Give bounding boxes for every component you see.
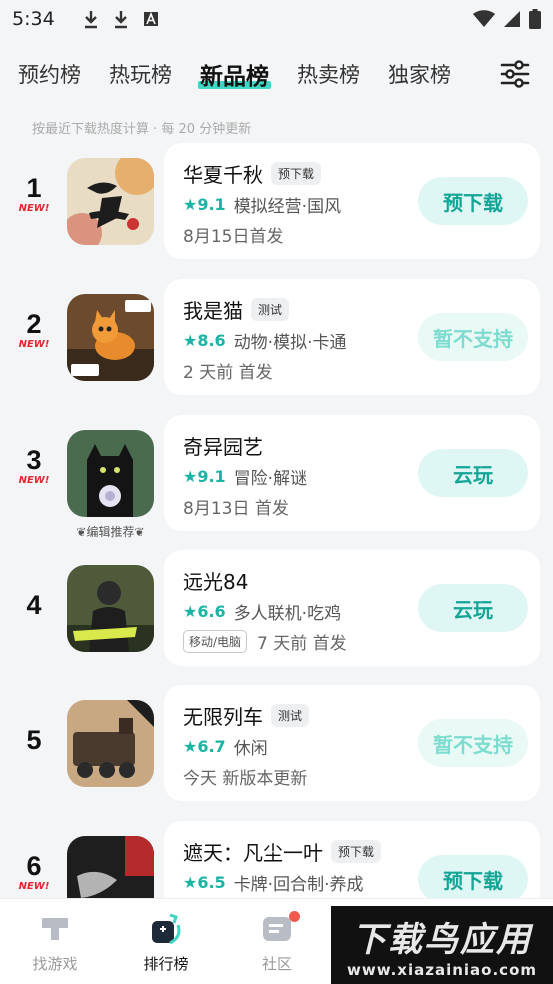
tab-exclusive[interactable]: 独家榜 <box>388 59 451 89</box>
release-date: 8月13日 首发 <box>183 499 289 519</box>
train-icon[interactable] <box>67 700 154 787</box>
status-badge: 预下载 <box>271 162 322 185</box>
rank: 5 <box>26 725 42 755</box>
huaxia-icon[interactable] <box>67 158 154 245</box>
rank: 6 NEW! <box>8 851 60 893</box>
app-card[interactable]: 华夏千秋 预下载 ★9.1 模拟经营·国风 8月15日首发 预下载 <box>164 143 540 259</box>
release-date: 7 天前 首发 <box>257 634 347 654</box>
status-time: 5:34 <box>12 8 55 30</box>
star-icon: ★ <box>183 331 198 350</box>
app-card[interactable]: 奇异园艺 ★9.1 冒险·解谜 8月13日 首发 云玩 <box>164 415 540 531</box>
list-item[interactable]: 4 远光84 ★6.6 多人联机·吃鸡 移动/电脑 7 天前 首发 云玩 <box>0 550 553 670</box>
soldier-icon[interactable] <box>67 565 154 652</box>
list-item[interactable]: 3 NEW! ❦编辑推荐❦ 奇异园艺 ★9.1 冒险·解谜 8月13日 首发 云… <box>0 415 553 539</box>
ranking-note: 按最近下载热度计算 · 每 20 分钟更新 <box>32 122 252 137</box>
platform-tag: 移动/电脑 <box>183 630 248 653</box>
cloud-play-button[interactable]: 云玩 <box>418 449 528 497</box>
notification-dot <box>289 911 300 922</box>
app-name: 我是猫 <box>183 299 243 323</box>
app-tags: 休闲 <box>233 739 268 759</box>
rank: 1 NEW! <box>8 173 60 215</box>
list-item[interactable]: 2 NEW! 我是猫 测试 ★8.6 动物·模拟·卡通 2 天前 首发 暂不支持 <box>0 279 553 399</box>
new-badge: NEW! <box>18 475 50 486</box>
pre-download-button[interactable]: 预下载 <box>418 855 528 903</box>
status-bar: 5:34 <box>0 0 553 38</box>
tab-hot-play[interactable]: 热玩榜 <box>109 59 172 89</box>
black-cat-icon[interactable] <box>67 430 154 517</box>
new-badge: NEW! <box>18 881 50 892</box>
rank: 2 NEW! <box>8 309 60 351</box>
cat-icon[interactable] <box>67 294 154 381</box>
app-name: 远光84 <box>183 570 249 594</box>
app-name: 遮天：凡尘一叶 <box>183 841 323 865</box>
app-tags: 动物·模拟·卡通 <box>233 333 347 353</box>
app-tags: 多人联机·吃鸡 <box>233 604 342 624</box>
cloud-play-button[interactable]: 云玩 <box>418 584 528 632</box>
signal-icon <box>504 11 520 27</box>
release-date: 8月15日首发 <box>183 227 284 247</box>
filter-button[interactable] <box>495 54 535 94</box>
star-icon: ★ <box>183 737 198 756</box>
battery-icon <box>529 9 541 29</box>
rating: ★8.6 <box>183 331 226 350</box>
laurel-icon: ❦ <box>76 525 87 539</box>
list-item[interactable]: 5 无限列车 测试 ★6.7 休闲 今天 新版本更新 暂不支持 <box>0 685 553 805</box>
rating: ★6.5 <box>183 873 226 892</box>
rating: ★9.1 <box>183 195 226 214</box>
status-badge: 预下载 <box>331 840 382 863</box>
pre-download-button[interactable]: 预下载 <box>418 177 528 225</box>
laurel-icon: ❦ <box>134 525 145 539</box>
rankings-icon <box>152 913 181 945</box>
nav-rankings[interactable]: 排行榜 <box>121 911 211 974</box>
app-name: 奇异园艺 <box>183 435 263 459</box>
sliders-icon <box>500 60 530 88</box>
nav-community[interactable]: 社区 <box>232 911 322 974</box>
app-card[interactable]: 远光84 ★6.6 多人联机·吃鸡 移动/电脑 7 天前 首发 云玩 <box>164 550 540 666</box>
download-icon <box>114 11 127 29</box>
app-tags: 冒险·解谜 <box>233 469 308 489</box>
unsupported-button[interactable]: 暂不支持 <box>418 719 528 767</box>
app-name: 无限列车 <box>183 705 263 729</box>
new-badge: NEW! <box>18 339 50 350</box>
find-games-icon <box>42 918 68 940</box>
tab-new-games[interactable]: 新品榜 <box>198 57 271 91</box>
app-name: 华夏千秋 <box>183 163 263 187</box>
a-notification-icon <box>143 11 158 26</box>
release-date: 2 天前 首发 <box>183 363 273 383</box>
star-icon: ★ <box>183 602 198 621</box>
star-icon: ★ <box>183 467 198 486</box>
tab-reservation[interactable]: 预约榜 <box>18 59 81 89</box>
star-icon: ★ <box>183 195 198 214</box>
rating: ★6.7 <box>183 737 226 756</box>
unsupported-button[interactable]: 暂不支持 <box>418 313 528 361</box>
rating: ★9.1 <box>183 467 226 486</box>
status-badge: 测试 <box>271 704 310 727</box>
status-badge: 测试 <box>251 298 290 321</box>
app-card[interactable]: 我是猫 测试 ★8.6 动物·模拟·卡通 2 天前 首发 暂不支持 <box>164 279 540 395</box>
rating: ★6.6 <box>183 602 226 621</box>
star-icon: ★ <box>183 873 198 892</box>
rank: 3 NEW! <box>8 445 60 487</box>
app-tags: 模拟经营·国风 <box>233 197 342 217</box>
wifi-icon <box>473 10 495 27</box>
nav-find-games[interactable]: 找游戏 <box>10 911 100 974</box>
editor-pick-tag: ❦编辑推荐❦ <box>76 525 145 539</box>
watermark-logo: 下载鸟应用 www.xiazainiao.com <box>331 906 553 984</box>
app-card[interactable]: 无限列车 测试 ★6.7 休闲 今天 新版本更新 暂不支持 <box>164 685 540 801</box>
tab-hot-sale[interactable]: 热卖榜 <box>297 59 360 89</box>
new-badge: NEW! <box>18 203 50 214</box>
ranking-tabs: 预约榜 热玩榜 新品榜 热卖榜 独家榜 <box>0 38 553 110</box>
release-date: 今天 新版本更新 <box>183 769 308 789</box>
app-tags: 卡牌·回合制·养成 <box>233 875 364 895</box>
download-icon <box>84 11 97 29</box>
list-item[interactable]: 1 NEW! 华夏千秋 预下载 ★9.1 模拟经营·国风 8月15日首发 预下载 <box>0 143 553 263</box>
rank: 4 <box>26 590 42 620</box>
